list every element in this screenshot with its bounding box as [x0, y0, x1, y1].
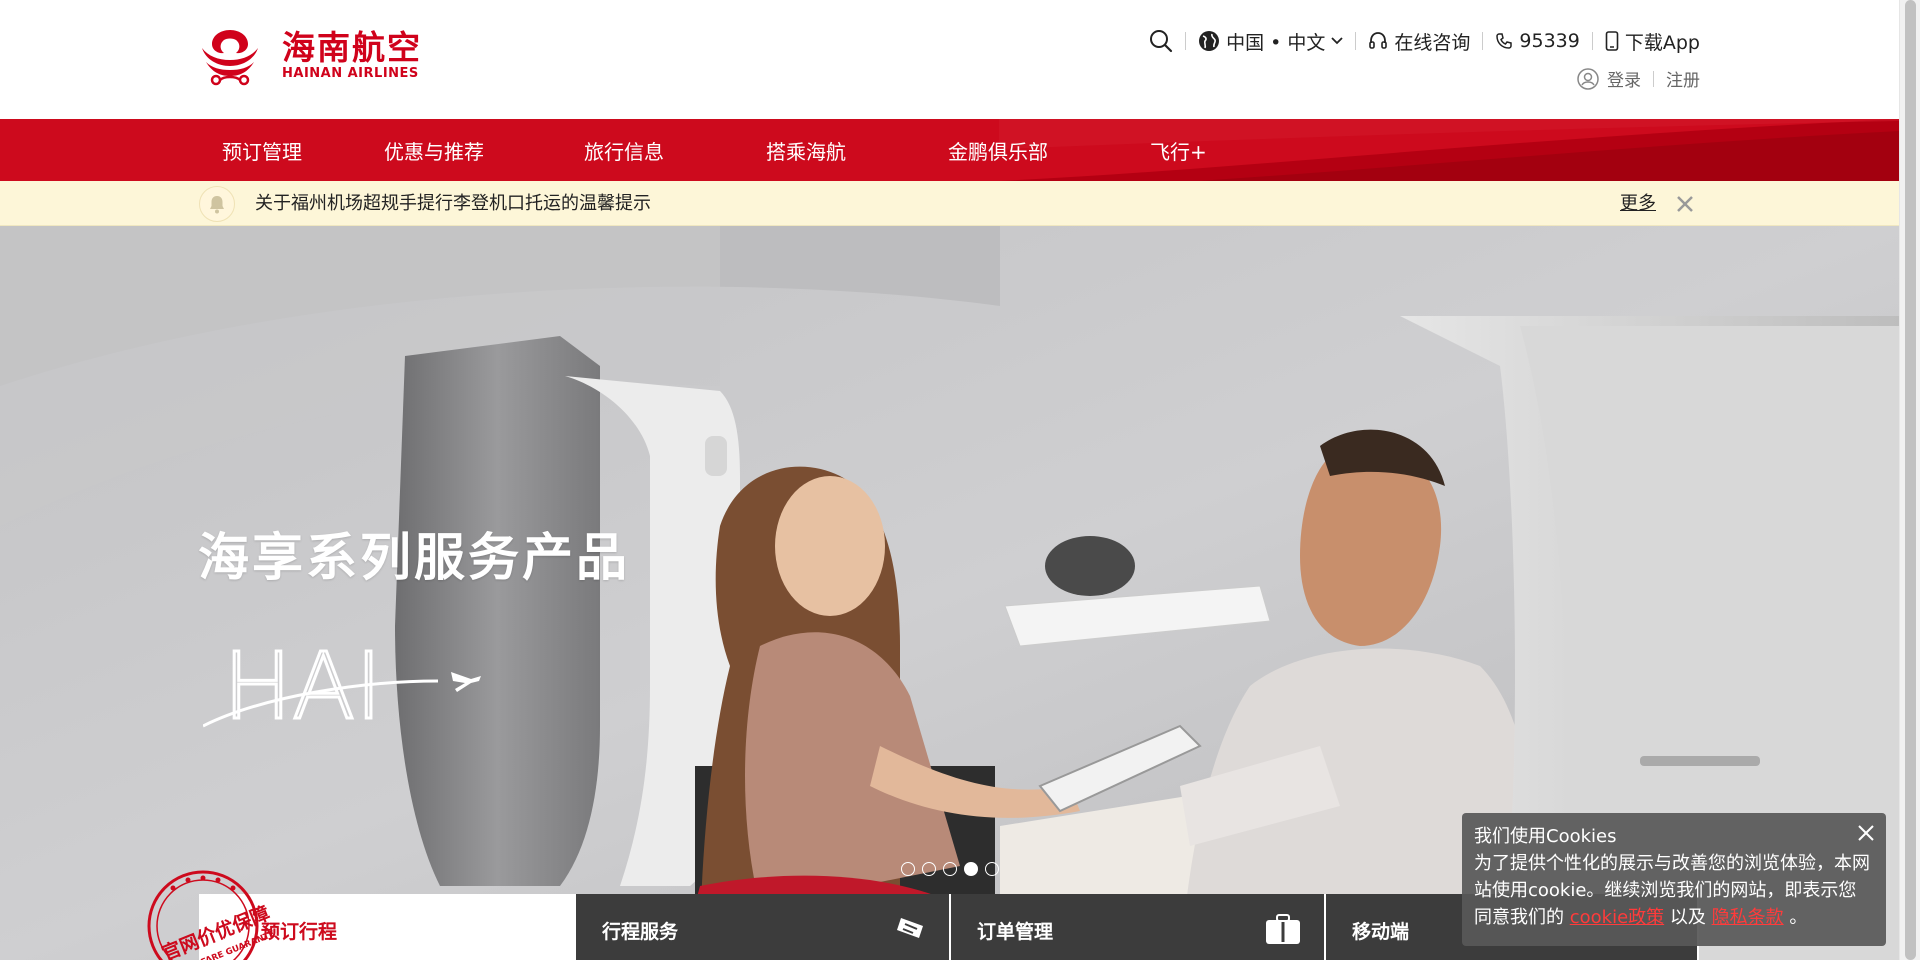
notice-bar: 关于福州机场超规手提行李登机口托运的温馨提示 更多	[0, 181, 1899, 226]
carousel-dots	[901, 862, 999, 876]
language-label: 中国 • 中文	[1226, 31, 1326, 54]
low-fare-guarantee-stamp: 官网价优保障 LOW FARE GUARANTEE	[147, 870, 273, 960]
login-link[interactable]: 登录	[1607, 66, 1641, 91]
carousel-dot[interactable]	[943, 862, 957, 876]
utility-bar: 中国 • 中文 在线咨询 95339 下载App	[1149, 26, 1700, 56]
divider	[1482, 32, 1484, 50]
carousel-dot-active[interactable]	[964, 862, 978, 876]
cookie-title: 我们使用Cookies	[1474, 826, 1617, 847]
hero-logo-text: HAI	[223, 636, 382, 740]
carousel-dot[interactable]	[901, 862, 915, 876]
download-app-link[interactable]: 下载App	[1605, 28, 1700, 55]
divider	[1355, 32, 1357, 50]
divider	[1185, 32, 1187, 50]
brand-logo[interactable]: 海南航空 HAINAN AIRLINES	[198, 26, 422, 86]
nav-item-travel-info[interactable]: 旅行信息	[584, 136, 664, 165]
notice-bell	[199, 186, 235, 222]
phone-number: 95339	[1519, 30, 1580, 52]
search-icon	[1150, 30, 1173, 53]
hero-title: 海享系列服务产品	[198, 529, 631, 588]
tab-order-manage[interactable]: 订单管理	[951, 894, 1326, 960]
language-selector[interactable]: 中国 • 中文	[1198, 28, 1344, 55]
carousel-dot[interactable]	[985, 862, 999, 876]
ticket-icon	[897, 918, 923, 938]
scrollbar-thumb[interactable]	[1905, 0, 1916, 960]
user-icon	[1577, 67, 1599, 90]
notice-text[interactable]: 关于福州机场超规手提行李登机口托运的温馨提示	[255, 181, 651, 226]
cookie-end: 。	[1789, 907, 1808, 928]
tab-label: 移动端	[1352, 921, 1410, 943]
brand-name-cn: 海南航空	[282, 28, 422, 67]
tab-label: 行程服务	[602, 921, 679, 943]
notice-more-link[interactable]: 更多	[1620, 181, 1656, 226]
brand-name-en: HAINAN AIRLINES	[282, 66, 419, 81]
cookie-policy-link[interactable]: cookie政策	[1570, 907, 1664, 928]
page: 海南航空 HAINAN AIRLINES 中国 • 中文 在线咨询 95339 …	[0, 0, 1920, 960]
carousel-dot[interactable]	[922, 862, 936, 876]
divider	[1591, 32, 1593, 50]
download-app-label: 下载App	[1624, 31, 1700, 54]
nav-item-booking[interactable]: 预订管理	[222, 136, 302, 165]
register-link[interactable]: 注册	[1666, 66, 1700, 91]
phone-icon	[1496, 33, 1513, 49]
nav-item-fly-plus[interactable]: 飞行+	[1150, 136, 1207, 165]
hai-logo: HAI	[203, 636, 481, 742]
page-scrollbar[interactable]	[1899, 0, 1920, 960]
luggage-icon	[1266, 914, 1300, 944]
account-bar: 登录 注册	[1577, 66, 1700, 91]
divider	[1653, 70, 1654, 87]
headset-icon	[1369, 32, 1388, 49]
close-icon[interactable]	[1856, 823, 1876, 843]
nav-item-fortune-wings[interactable]: 金鹏俱乐部	[948, 136, 1048, 165]
nav-item-fly-hainan[interactable]: 搭乘海航	[766, 136, 846, 165]
close-icon[interactable]	[1674, 193, 1696, 215]
online-consult-label: 在线咨询	[1394, 31, 1471, 54]
globe-icon	[1199, 31, 1220, 51]
privacy-terms-link[interactable]: 隐私条款	[1712, 907, 1784, 928]
chevron-down-icon	[1331, 37, 1344, 45]
phone-link[interactable]: 95339	[1495, 30, 1580, 52]
online-consult-link[interactable]: 在线咨询	[1368, 28, 1470, 55]
hainan-logo-icon	[202, 30, 258, 86]
bell-icon	[210, 196, 224, 214]
cookie-banner: 我们使用Cookies 为了提供个性化的展示与改善您的浏览体验，本网站使用coo…	[1462, 813, 1886, 946]
nav-item-offers[interactable]: 优惠与推荐	[384, 136, 484, 165]
site-header: 海南航空 HAINAN AIRLINES 中国 • 中文 在线咨询 95339 …	[0, 0, 1899, 119]
mobile-icon	[1605, 31, 1619, 51]
main-nav: 预订管理 优惠与推荐 旅行信息 搭乘海航 金鹏俱乐部 飞行+	[0, 119, 1899, 181]
cookie-and: 以及	[1669, 907, 1706, 928]
tab-trip-service[interactable]: 行程服务	[576, 894, 951, 960]
search-button[interactable]	[1149, 29, 1173, 53]
tab-label: 订单管理	[977, 921, 1054, 943]
